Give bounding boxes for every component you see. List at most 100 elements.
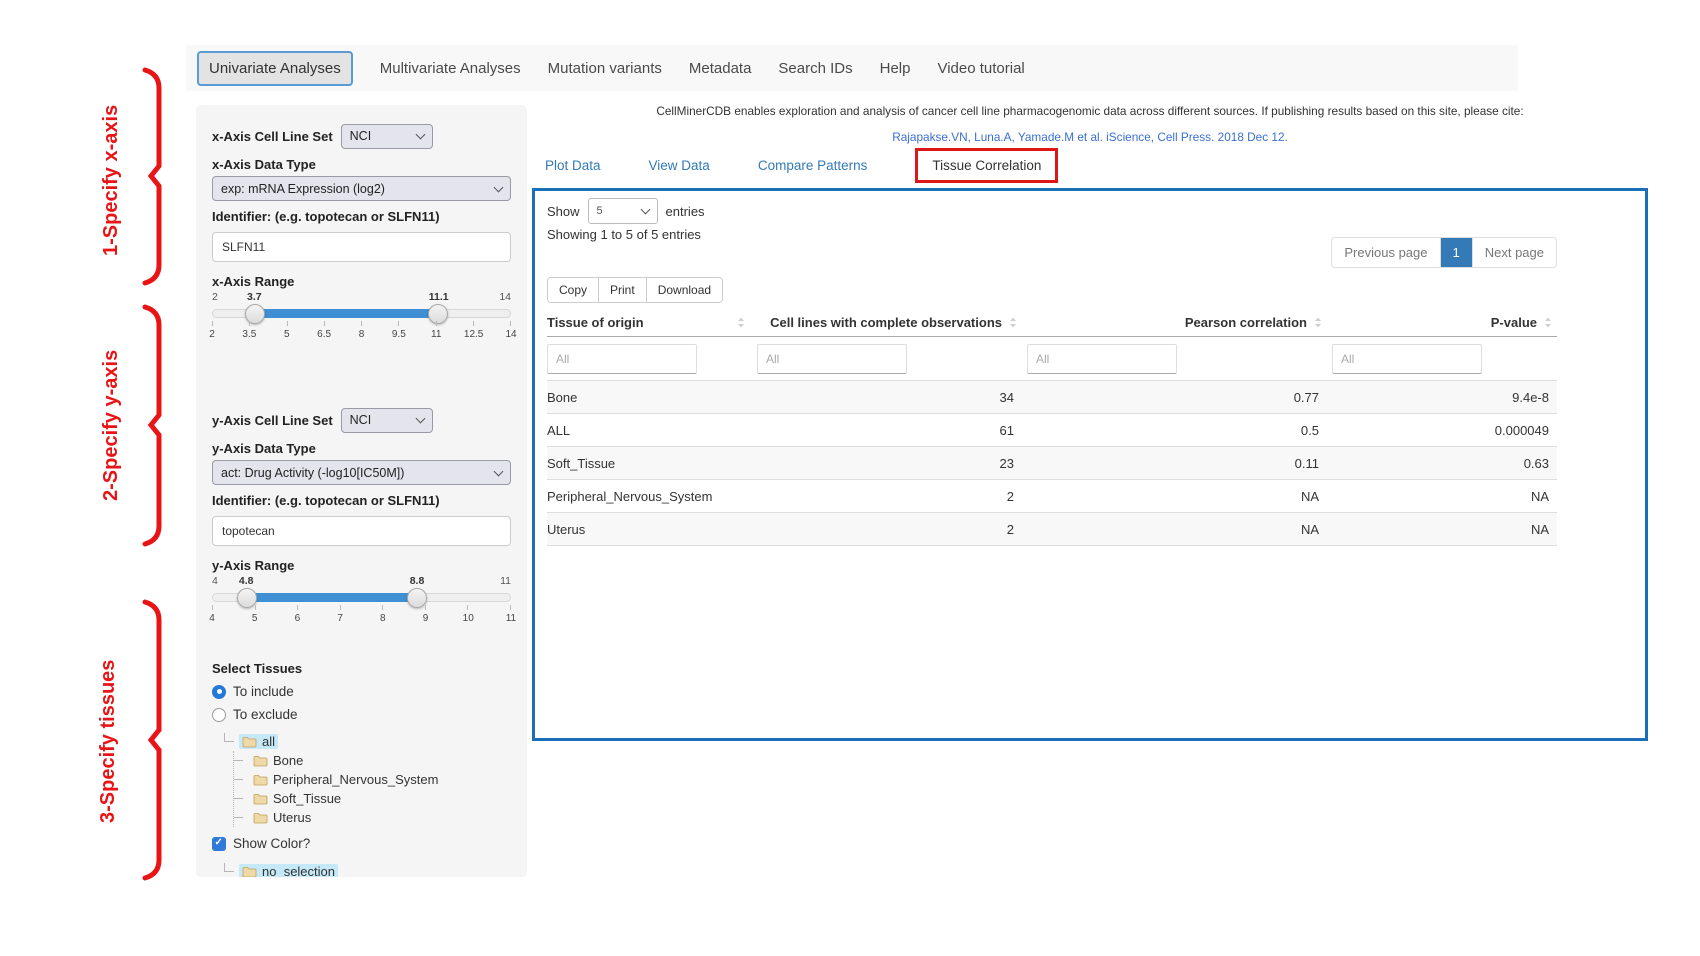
print-button[interactable]: Print bbox=[598, 278, 646, 302]
y-range-high-value: 8.8 bbox=[410, 575, 425, 587]
tab-tissue-correlation[interactable]: Tissue Correlation bbox=[915, 148, 1058, 183]
tree-node-bone-label: Bone bbox=[273, 753, 303, 768]
tree-node-no-selection[interactable]: no_selection bbox=[224, 862, 511, 877]
show-entries-row: Show 5 entries bbox=[547, 198, 705, 224]
nav-multivariate-analyses[interactable]: Multivariate Analyses bbox=[380, 60, 521, 77]
nav-help[interactable]: Help bbox=[880, 60, 911, 77]
y-range-max: 11 bbox=[500, 575, 511, 587]
tab-view-data[interactable]: View Data bbox=[649, 158, 710, 173]
cell-tissue: Soft_Tissue bbox=[547, 456, 752, 471]
cell-count: 23 bbox=[752, 456, 1022, 471]
y-axis-data-type-select[interactable]: act: Drug Activity (-log10[IC50M]) bbox=[212, 460, 511, 485]
cell-pearson: NA bbox=[1022, 489, 1327, 504]
y-range-low-value: 4.8 bbox=[239, 575, 254, 587]
folder-icon bbox=[253, 812, 268, 824]
settings-sidebar: x-Axis Cell Line Set NCI x-Axis Data Typ… bbox=[196, 105, 527, 877]
y-slider-ticks bbox=[212, 605, 511, 610]
sort-icon[interactable] bbox=[1006, 316, 1020, 329]
y-axis-cell-line-set-label: y-Axis Cell Line Set bbox=[212, 413, 333, 428]
y-axis-cell-line-set-value: NCI bbox=[350, 413, 372, 427]
cell-pearson: NA bbox=[1022, 522, 1327, 537]
cell-tissue: ALL bbox=[547, 423, 752, 438]
sort-icon[interactable] bbox=[1541, 316, 1555, 329]
cell-tissue: Uterus bbox=[547, 522, 752, 537]
next-page-button[interactable]: Next page bbox=[1472, 238, 1556, 267]
nav-metadata[interactable]: Metadata bbox=[689, 60, 752, 77]
tissue-tree: all Bone Peripheral_Nervous_System bbox=[224, 732, 511, 827]
nav-video-tutorial[interactable]: Video tutorial bbox=[937, 60, 1024, 77]
sort-icon[interactable] bbox=[734, 316, 748, 329]
y-axis-identifier-input[interactable] bbox=[212, 516, 511, 546]
citation-link[interactable]: Rajapakse.VN, Luna.A, Yamade.M et al. iS… bbox=[532, 130, 1648, 144]
tree-node-soft-tissue[interactable]: Soft_Tissue bbox=[234, 789, 511, 808]
copy-button[interactable]: Copy bbox=[548, 278, 598, 302]
x-axis-identifier-input[interactable] bbox=[212, 232, 511, 262]
table-header-row: Tissue of origin Cell lines with complet… bbox=[547, 309, 1557, 337]
table-row-bone: Bone 34 0.77 9.4e-8 bbox=[547, 381, 1557, 414]
annotation-step2-label: 2-Specify y-axis bbox=[100, 310, 123, 540]
tree-connector bbox=[224, 733, 234, 742]
checkbox-checked-icon[interactable] bbox=[212, 837, 226, 851]
x-axis-data-type-label: x-Axis Data Type bbox=[212, 157, 511, 172]
table-filter-row bbox=[547, 337, 1557, 381]
x-range-high-value: 11.1 bbox=[429, 291, 449, 303]
radio-selected-icon[interactable] bbox=[212, 685, 226, 699]
column-header-tissue-of-origin[interactable]: Tissue of origin bbox=[547, 315, 752, 330]
nav-mutation-variants[interactable]: Mutation variants bbox=[548, 60, 662, 77]
filter-tissue-input[interactable] bbox=[547, 344, 697, 374]
tab-compare-patterns[interactable]: Compare Patterns bbox=[758, 158, 868, 173]
column-header-cell-lines[interactable]: Cell lines with complete observations bbox=[752, 315, 1022, 330]
tree-node-bone[interactable]: Bone bbox=[234, 751, 511, 770]
top-navbar: Univariate Analyses Multivariate Analyse… bbox=[186, 45, 1518, 91]
column-header-pearson-correlation[interactable]: Pearson correlation bbox=[1022, 315, 1327, 330]
to-exclude-option[interactable]: To exclude bbox=[212, 707, 511, 722]
nav-univariate-analyses[interactable]: Univariate Analyses bbox=[197, 51, 353, 86]
tree-node-soft-tissue-label: Soft_Tissue bbox=[273, 791, 341, 806]
y-axis-range-slider[interactable]: 4 11 4.8 8.8 4567891011 bbox=[212, 575, 511, 631]
x-axis-cell-line-set-select[interactable]: NCI bbox=[341, 124, 433, 149]
tree-node-all[interactable]: all bbox=[224, 732, 511, 751]
y-range-min: 4 bbox=[212, 575, 218, 587]
tree-node-no-selection-label: no_selection bbox=[262, 864, 335, 877]
y-axis-identifier-label: Identifier: (e.g. topotecan or SLFN11) bbox=[212, 493, 511, 508]
y-slider-track[interactable] bbox=[212, 593, 511, 602]
folder-icon bbox=[242, 736, 257, 748]
annotation-step2-bracket bbox=[138, 303, 168, 548]
folder-icon bbox=[242, 866, 257, 878]
filter-p-value-input[interactable] bbox=[1332, 344, 1482, 374]
tab-plot-data[interactable]: Plot Data bbox=[545, 158, 601, 173]
tree-node-uterus[interactable]: Uterus bbox=[234, 808, 511, 827]
x-axis-data-type-select[interactable]: exp: mRNA Expression (log2) bbox=[212, 176, 511, 201]
cellminercdb-page: Univariate Analyses Multivariate Analyse… bbox=[0, 0, 1700, 956]
cell-p-value: 9.4e-8 bbox=[1327, 390, 1557, 405]
pagination: Previous page 1 Next page bbox=[1331, 237, 1557, 268]
entries-count-select[interactable]: 5 bbox=[588, 198, 658, 224]
folder-icon bbox=[253, 774, 268, 786]
tree-connector bbox=[224, 863, 234, 872]
y-slider-tick-labels: 4567891011 bbox=[212, 613, 511, 624]
sort-icon[interactable] bbox=[1311, 316, 1325, 329]
previous-page-button[interactable]: Previous page bbox=[1332, 238, 1439, 267]
filter-cell-lines-input[interactable] bbox=[757, 344, 907, 374]
nav-search-ids[interactable]: Search IDs bbox=[778, 60, 852, 77]
show-color-option[interactable]: Show Color? bbox=[212, 836, 511, 851]
current-page-button[interactable]: 1 bbox=[1440, 238, 1472, 267]
tree-node-pns-label: Peripheral_Nervous_System bbox=[273, 772, 438, 787]
tree-node-peripheral-nervous-system[interactable]: Peripheral_Nervous_System bbox=[234, 770, 511, 789]
x-slider-ticks bbox=[212, 321, 511, 326]
column-header-p-value[interactable]: P-value bbox=[1327, 315, 1557, 330]
cell-pearson: 0.11 bbox=[1022, 456, 1327, 471]
filter-pearson-input[interactable] bbox=[1027, 344, 1177, 374]
table-row-all: ALL 61 0.5 0.000049 bbox=[547, 414, 1557, 447]
tree-node-uterus-label: Uterus bbox=[273, 810, 311, 825]
x-slider-track[interactable] bbox=[212, 309, 511, 318]
folder-icon bbox=[253, 793, 268, 805]
to-include-option[interactable]: To include bbox=[212, 684, 511, 699]
showing-entries-status: Showing 1 to 5 of 5 entries bbox=[547, 227, 701, 242]
radio-unselected-icon[interactable] bbox=[212, 708, 226, 722]
x-axis-range-label: x-Axis Range bbox=[212, 274, 511, 289]
x-axis-range-slider[interactable]: 2 14 3.7 11.1 23.556.589.51112.514 bbox=[212, 291, 511, 347]
y-axis-cell-line-set-select[interactable]: NCI bbox=[341, 408, 433, 433]
x-slider-tick-labels: 23.556.589.51112.514 bbox=[212, 329, 511, 340]
download-button[interactable]: Download bbox=[646, 278, 722, 302]
